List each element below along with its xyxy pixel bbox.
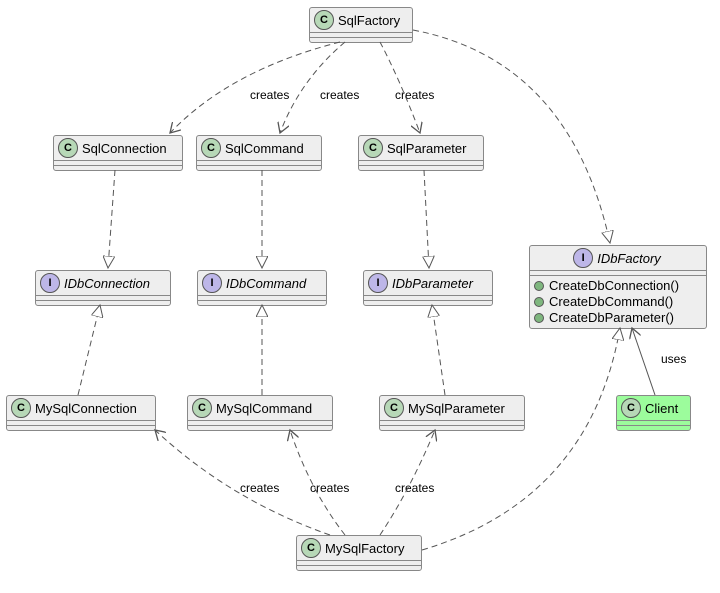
class-icon: C [58, 138, 78, 158]
method-row: CreateDbConnection() [534, 278, 702, 294]
interface-idbparameter: I IDbParameter [363, 270, 493, 306]
method-row: CreateDbCommand() [534, 294, 702, 310]
class-label: MySqlFactory [325, 541, 404, 556]
class-label: SqlFactory [338, 13, 400, 28]
class-mysqlfactory: C MySqlFactory [296, 535, 422, 571]
edge-label-creates: creates [320, 88, 359, 102]
class-sqlcommand: C SqlCommand [196, 135, 322, 171]
class-sqlfactory: C SqlFactory [309, 7, 413, 43]
class-mysqlparameter: C MySqlParameter [379, 395, 525, 431]
method-label: CreateDbCommand() [549, 294, 673, 310]
interface-icon: I [573, 248, 593, 268]
edge-label-creates: creates [250, 88, 289, 102]
method-label: CreateDbParameter() [549, 310, 674, 326]
class-icon: C [11, 398, 31, 418]
class-icon: C [301, 538, 321, 558]
interface-icon: I [40, 273, 60, 293]
class-icon: C [314, 10, 334, 30]
interface-idbconnection: I IDbConnection [35, 270, 171, 306]
interface-label: IDbParameter [392, 276, 473, 291]
interface-label: IDbFactory [597, 251, 661, 266]
visibility-dot-icon [534, 313, 544, 323]
class-label: Client [645, 401, 678, 416]
class-sqlconnection: C SqlConnection [53, 135, 183, 171]
visibility-dot-icon [534, 297, 544, 307]
edge-label-creates: creates [240, 481, 279, 495]
class-sqlparameter: C SqlParameter [358, 135, 484, 171]
class-mysqlcommand: C MySqlCommand [187, 395, 333, 431]
class-label: SqlConnection [82, 141, 167, 156]
edge-label-uses: uses [661, 352, 686, 366]
interface-icon: I [368, 273, 388, 293]
interface-label: IDbCommand [226, 276, 306, 291]
class-label: SqlCommand [225, 141, 304, 156]
class-label: MySqlCommand [216, 401, 312, 416]
interface-icon: I [202, 273, 222, 293]
class-icon: C [363, 138, 383, 158]
class-icon: C [201, 138, 221, 158]
class-mysqlconnection: C MySqlConnection [6, 395, 156, 431]
class-label: MySqlConnection [35, 401, 137, 416]
class-icon: C [621, 398, 641, 418]
class-label: MySqlParameter [408, 401, 505, 416]
edge-label-creates: creates [395, 88, 434, 102]
interface-idbfactory: I IDbFactory CreateDbConnection() CreateD… [529, 245, 707, 329]
class-icon: C [384, 398, 404, 418]
interface-idbcommand: I IDbCommand [197, 270, 327, 306]
method-row: CreateDbParameter() [534, 310, 702, 326]
class-icon: C [192, 398, 212, 418]
interface-label: IDbConnection [64, 276, 150, 291]
edge-label-creates: creates [395, 481, 434, 495]
edge-label-creates: creates [310, 481, 349, 495]
class-client: C Client [616, 395, 691, 431]
class-label: SqlParameter [387, 141, 466, 156]
method-label: CreateDbConnection() [549, 278, 679, 294]
visibility-dot-icon [534, 281, 544, 291]
